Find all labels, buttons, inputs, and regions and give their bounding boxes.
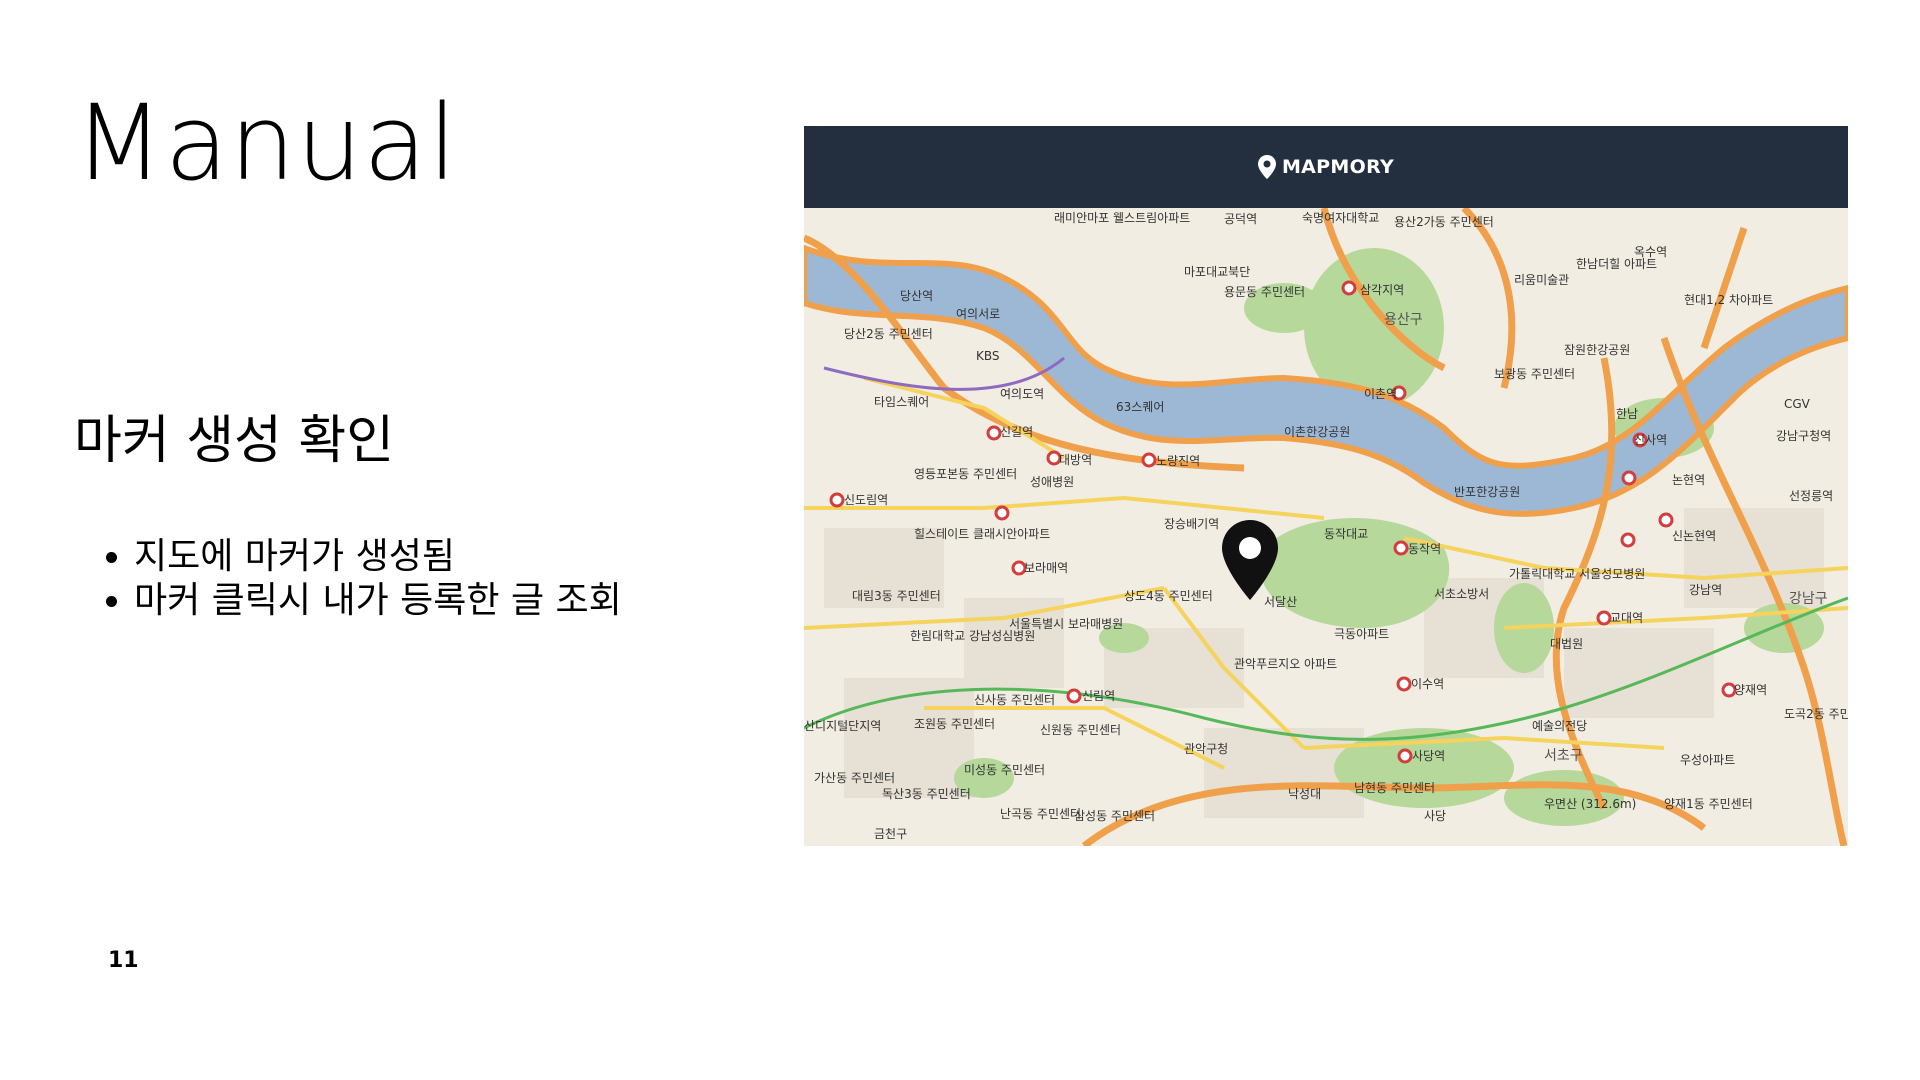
map-label: 대림3동 주민센터 — [852, 589, 941, 603]
map-label: 용산구 — [1384, 312, 1423, 328]
map-label: 힐스테이트 클래시안아파트 — [914, 527, 1050, 541]
map-label: 우성아파트 — [1680, 753, 1735, 767]
map-label: 공덕역 — [1224, 212, 1257, 226]
map-label: 사당 — [1424, 809, 1446, 823]
map-label: 성애병원 — [1030, 475, 1074, 489]
map-label: 관악구청 — [1184, 742, 1228, 756]
map-label: 래미안마포 웰스트림아파트 — [1054, 211, 1190, 225]
map-label: 당산2동 주민센터 — [844, 327, 933, 341]
map-label: 우면산 (312.6m) — [1544, 797, 1636, 811]
map-label: 서초구 — [1544, 748, 1583, 764]
map-label: 63스퀘어 — [1116, 400, 1164, 414]
map-label: 숙명여자대학교 — [1302, 211, 1379, 225]
map-label: 양재1동 주민센터 — [1664, 797, 1753, 811]
map-label: 노량진역 — [1156, 454, 1200, 468]
map-label: 이촌역 — [1364, 387, 1397, 401]
map-label: CGV — [1784, 397, 1811, 411]
map-label: 보광동 주민센터 — [1494, 367, 1575, 381]
map-label: 신원동 주민센터 — [1040, 723, 1121, 737]
map-label: 사당역 — [1412, 749, 1445, 763]
brand-logo[interactable]: MAPMORY — [1257, 155, 1395, 179]
map-label: 신림역 — [1082, 689, 1115, 703]
map-label: 극동아파트 — [1334, 627, 1389, 641]
map-label: 논현역 — [1672, 473, 1705, 487]
slide-title: Manual — [74, 82, 458, 204]
bullet-item: 지도에 마커가 생성됨 — [134, 535, 622, 579]
map-label: 한남 — [1616, 407, 1638, 421]
map-label: 난곡동 주민센터 — [1000, 807, 1081, 821]
map-label: 산디지털단지역 — [804, 719, 881, 733]
map-label: 여의도역 — [1000, 387, 1044, 401]
map-label: 강남역 — [1689, 583, 1722, 597]
map-label: 현대1,2 차아파트 — [1684, 293, 1773, 307]
slide-subtitle: 마커 생성 확인 — [74, 411, 395, 471]
map-label: 신사역 — [1634, 433, 1667, 447]
map-label: KBS — [976, 349, 1000, 363]
map-label: 미성동 주민센터 — [964, 763, 1045, 777]
map-label: 상도4동 주민센터 — [1124, 589, 1213, 603]
map-label: 한남더힐 아파트 — [1576, 257, 1657, 271]
map-label: 이촌한강공원 — [1284, 425, 1350, 439]
map-label: 대법원 — [1550, 637, 1583, 651]
map-label: 삼각지역 — [1360, 283, 1404, 297]
map-label: 남현동 주민센터 — [1354, 781, 1435, 795]
map-label: 강남구 — [1789, 591, 1828, 607]
map-label: 용산2가동 주민센터 — [1394, 215, 1494, 229]
map-label: 한림대학교 강남성심병원 — [910, 629, 1035, 643]
map-label: 양재역 — [1734, 683, 1767, 697]
map-label: 강남구청역 — [1776, 429, 1831, 443]
map-label: 동작역 — [1408, 542, 1441, 556]
map-label: 반포한강공원 — [1454, 485, 1520, 499]
map-label: 가톨릭대학교 서울성모병원 — [1509, 567, 1645, 581]
map-label: 마포대교북단 — [1184, 265, 1250, 279]
page-number: 11 — [108, 948, 139, 973]
map-pin-icon — [1257, 155, 1276, 179]
map-label: 타임스퀘어 — [874, 395, 929, 409]
map-label: 이수역 — [1411, 677, 1444, 691]
map-label: 서초소방서 — [1434, 587, 1489, 601]
map-label: 조원동 주민센터 — [914, 717, 995, 731]
brand-name: MAPMORY — [1281, 156, 1395, 178]
map-label: 장승배기역 — [1164, 517, 1219, 531]
map-label: 낙성대 — [1288, 787, 1321, 801]
map-label: 대방역 — [1059, 453, 1092, 467]
bullet-item: 마커 클릭시 내가 등록한 글 조회 — [134, 579, 622, 623]
map-label: 가산동 주민센터 — [814, 771, 895, 785]
map-label: 신사동 주민센터 — [974, 693, 1055, 707]
map-label: 보라매역 — [1024, 561, 1068, 575]
map-label: 여의서로 — [956, 307, 1000, 321]
map-label: 용문동 주민센터 — [1224, 285, 1305, 299]
bullet-list: 지도에 마커가 생성됨 마커 클릭시 내가 등록한 글 조회 — [104, 535, 622, 623]
map-view[interactable]: 용산구 용문동 주민센터 삼각지역 이촌역 이촌한강공원 반포한강공원 동작대교… — [804, 208, 1848, 846]
map-label: 선정릉역 — [1789, 489, 1833, 503]
map-label: 독산3동 주민센터 — [882, 787, 971, 801]
map-label: 리움미술관 — [1514, 273, 1569, 287]
map-label: 동작대교 — [1324, 527, 1368, 541]
map-label: 금천구 — [874, 826, 907, 841]
map-label: 도곡2동 주민센터 — [1784, 707, 1848, 721]
map-label: 삼성동 주민센터 — [1074, 809, 1155, 823]
app-screenshot: MAPMORY 용산구 용문동 주민센터 삼각지역 이촌역 이촌한강공원 반포한… — [804, 126, 1848, 846]
map-label: 잠원한강공원 — [1564, 343, 1630, 357]
map-label: 관악푸르지오 아파트 — [1234, 657, 1337, 671]
map-label: 영등포본동 주민센터 — [914, 467, 1017, 481]
map-label: 예술의전당 — [1532, 719, 1587, 733]
map-label: 신길역 — [1000, 425, 1033, 439]
map-label: 서달산 — [1264, 595, 1297, 609]
map-canvas[interactable]: 용산구 용문동 주민센터 삼각지역 이촌역 이촌한강공원 반포한강공원 동작대교… — [804, 208, 1848, 846]
map-label: 신논현역 — [1672, 529, 1716, 543]
map-label: 교대역 — [1610, 611, 1643, 625]
map-label: 신도림역 — [844, 493, 888, 507]
map-label: 당산역 — [900, 289, 933, 303]
app-header: MAPMORY — [804, 126, 1848, 208]
